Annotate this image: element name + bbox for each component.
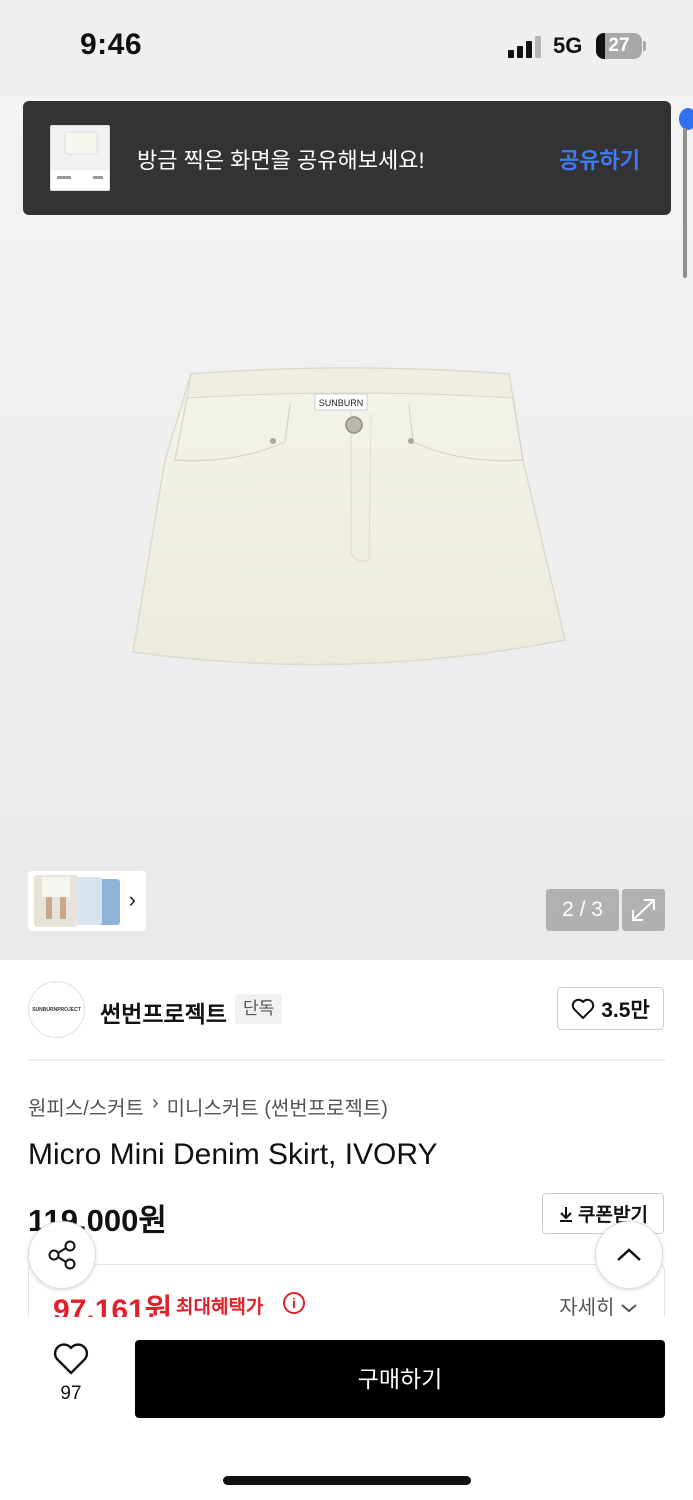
breadcrumb-category[interactable]: 원피스/스커트 [28, 1092, 144, 1121]
wishlist-count: 97 [60, 1383, 82, 1404]
chevron-right-icon: › [151, 1092, 159, 1114]
chevron-up-icon [617, 1248, 641, 1261]
divider [28, 1059, 665, 1061]
breadcrumb: 원피스/스커트 › 미니스커트 (썬번프로젝트) [28, 1092, 388, 1121]
details-label: 자세히 [559, 1297, 615, 1319]
battery-level: 27 [608, 35, 630, 56]
expand-icon[interactable] [622, 889, 665, 931]
screenshot-share-toast[interactable]: 방금 찍은 화면을 공유해보세요! 공유하기 [23, 101, 671, 215]
network-type: 5G [553, 33, 583, 58]
scroll-top-button[interactable] [595, 1221, 663, 1289]
buy-button[interactable]: 구매하기 [135, 1340, 665, 1418]
screenshot-thumbnail [50, 125, 110, 191]
thumbnail-images [34, 875, 120, 927]
bottom-action-bar: 97 구매하기 [0, 1317, 693, 1500]
exclusive-badge: 단독 [235, 994, 283, 1024]
product-image-gallery[interactable]: SUNBURN › 2 / 3 [0, 96, 693, 960]
details-toggle[interactable]: 자세히 [559, 1291, 638, 1320]
download-icon [560, 1206, 573, 1222]
notification-dot [679, 108, 693, 130]
heart-icon [53, 1343, 89, 1375]
product-title: Micro Mini Denim Skirt, IVORY [28, 1138, 438, 1171]
share-icon [48, 1240, 76, 1270]
wishlist-button[interactable]: 97 [45, 1342, 97, 1405]
brand-logo[interactable]: SUNBURNPROJECT [28, 981, 85, 1038]
share-fab-button[interactable] [28, 1221, 96, 1289]
toast-message: 방금 찍은 화면을 공유해보세요! [137, 148, 425, 173]
product-label-text: SUNBURN [319, 398, 364, 408]
brand-like-count: 3.5만 [601, 998, 650, 1022]
chevron-down-icon [621, 1304, 637, 1313]
benefit-label: 최대혜택가 [176, 1297, 264, 1318]
battery-tip [643, 41, 646, 51]
status-bar: 9:46 5G 27 [0, 0, 693, 96]
breadcrumb-subcategory[interactable]: 미니스커트 (썬번프로젝트) [167, 1092, 388, 1121]
brand-name[interactable]: 썬번프로젝트 [100, 995, 227, 1029]
chevron-right-icon: › [128, 887, 136, 912]
image-pager: 2 / 3 [546, 889, 619, 931]
battery-icon: 27 [596, 33, 642, 59]
thumbnail-strip[interactable]: › [28, 871, 146, 931]
scroll-indicator [683, 128, 687, 278]
info-icon[interactable]: i [283, 1292, 305, 1314]
share-button[interactable]: 공유하기 [559, 143, 640, 175]
heart-icon [572, 998, 595, 1019]
brand-like-button[interactable]: 3.5만 [557, 987, 664, 1030]
home-indicator [223, 1476, 471, 1485]
product-image: SUNBURN [132, 367, 566, 666]
signal-icon [508, 36, 542, 58]
status-time: 9:46 [80, 28, 143, 61]
